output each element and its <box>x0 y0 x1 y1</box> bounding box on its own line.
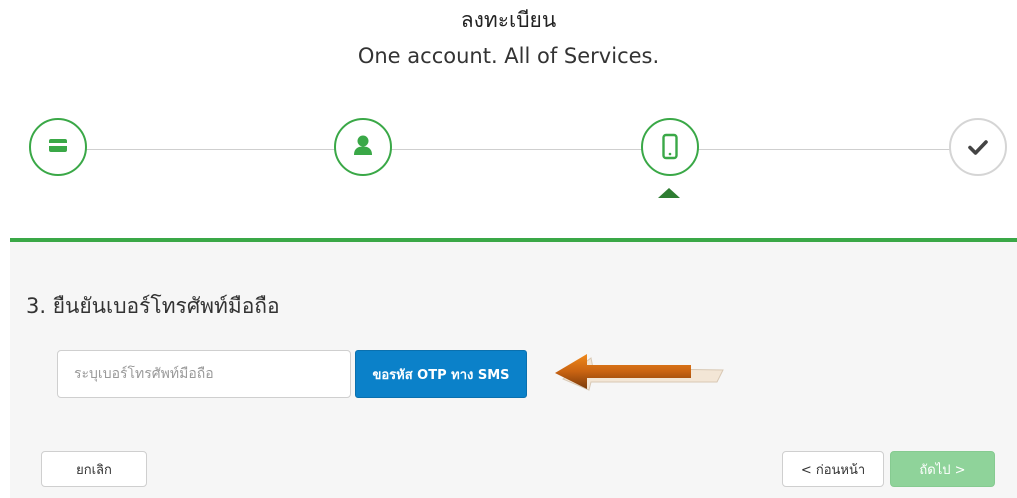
phone-number-input[interactable] <box>57 350 351 398</box>
mobile-phone-icon <box>662 133 678 160</box>
request-otp-button[interactable]: ขอรหัส OTP ทาง SMS <box>355 350 527 398</box>
page-title: ลงทะเบียน <box>460 8 557 32</box>
checkmark-icon <box>968 140 988 155</box>
current-step-caret <box>658 188 680 198</box>
credit-card-icon <box>49 139 67 152</box>
next-button[interactable]: ถัดไป > <box>890 451 995 487</box>
user-icon <box>354 135 372 155</box>
arrow-annotation-icon <box>555 354 724 391</box>
section-title: 3. ยืนยันเบอร์โทรศัพท์มือถือ <box>26 294 280 318</box>
previous-button[interactable]: < ก่อนหน้า <box>782 451 884 487</box>
step-complete <box>949 118 1007 176</box>
page-subtitle: One account. All of Services. <box>357 44 660 68</box>
step-mobile-verify <box>641 118 699 176</box>
step-payment <box>29 118 87 176</box>
cancel-button[interactable]: ยกเลิก <box>41 451 147 487</box>
stepper-connector-line <box>60 149 950 150</box>
step-profile <box>334 118 392 176</box>
